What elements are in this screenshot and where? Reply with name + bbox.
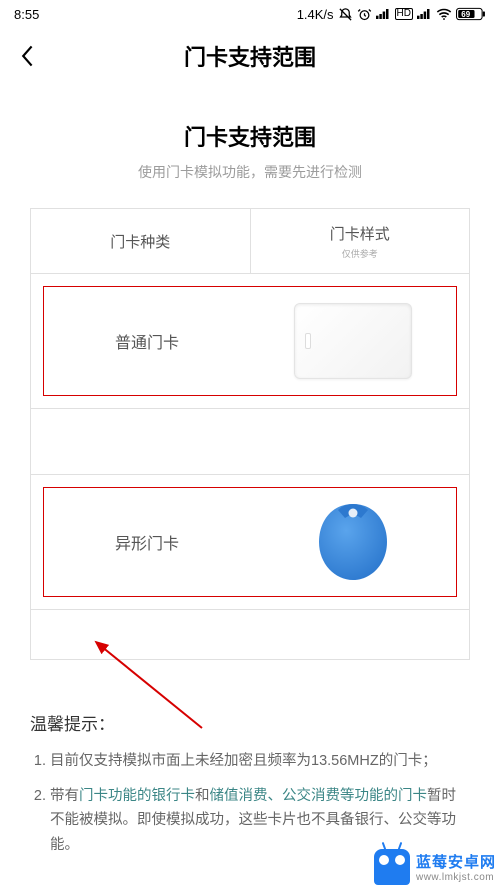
- nav-title: 门卡支持范围: [184, 40, 316, 72]
- watermark-name: 蓝莓安卓网: [416, 851, 496, 872]
- wifi-icon: [436, 8, 452, 20]
- header-style-sub: 仅供参考: [342, 247, 378, 260]
- highlight-box: 普通门卡: [43, 286, 457, 396]
- back-button[interactable]: [12, 40, 44, 72]
- svg-text:69: 69: [461, 10, 470, 19]
- highlight-box: 异形门卡: [43, 487, 457, 597]
- page-subtitle: 使用门卡模拟功能，需要先进行检测: [30, 162, 470, 182]
- header-type: 门卡种类: [31, 209, 251, 273]
- list-item: 目前仅支持模拟市面上未经加密且频率为13.56MHZ的门卡；: [50, 749, 470, 774]
- page-title: 门卡支持范围: [30, 120, 470, 152]
- table-spacer: [31, 609, 469, 659]
- table-header: 门卡种类 门卡样式 仅供参考: [31, 209, 469, 273]
- watermark-text: 蓝莓安卓网 www.lmkjst.com: [416, 851, 496, 883]
- signal2-icon: [417, 8, 432, 20]
- table-row: 普通门卡: [31, 273, 469, 408]
- tips-section: 温馨提示： 目前仅支持模拟市面上未经加密且频率为13.56MHZ的门卡； 带有门…: [0, 710, 500, 858]
- watermark: 蓝莓安卓网 www.lmkjst.com: [374, 849, 496, 885]
- card-table: 门卡种类 门卡样式 仅供参考 普通门卡 异形门卡: [30, 208, 470, 660]
- tip-text: 带有: [50, 788, 79, 804]
- watermark-url: www.lmkjst.com: [416, 872, 496, 883]
- table-spacer: [31, 408, 469, 474]
- tips-list: 目前仅支持模拟市面上未经加密且频率为13.56MHZ的门卡； 带有门卡功能的银行…: [30, 749, 470, 858]
- battery-icon: 69: [456, 7, 486, 21]
- status-right: 1.4K/s HD 69: [297, 7, 486, 22]
- tip-text: 和: [195, 788, 210, 804]
- row-label: 普通门卡: [44, 287, 250, 395]
- table-row: 异形门卡: [31, 474, 469, 609]
- row-visual: [250, 287, 456, 395]
- dnd-icon: [338, 7, 353, 22]
- header-style: 门卡样式 仅供参考: [251, 209, 470, 273]
- status-time: 8:55: [14, 7, 39, 22]
- header-style-label: 门卡样式: [330, 223, 390, 244]
- tip-text: 目前仅支持模拟市面上未经加密且频率为13.56MHZ的门卡；: [50, 753, 437, 769]
- row-label: 异形门卡: [44, 488, 250, 596]
- header-type-label: 门卡种类: [110, 231, 170, 252]
- status-bar: 8:55 1.4K/s HD 69: [0, 0, 500, 28]
- watermark-icon: [374, 849, 410, 885]
- white-card-icon: [294, 303, 412, 379]
- nav-bar: 门卡支持范围: [0, 28, 500, 84]
- tip-highlight: 储值消费、公交消费等功能的门卡: [210, 788, 428, 804]
- signal-icon: [376, 8, 391, 20]
- blue-keytag-icon: [313, 498, 393, 586]
- content-area: 门卡支持范围 使用门卡模拟功能，需要先进行检测 门卡种类 门卡样式 仅供参考 普…: [0, 120, 500, 660]
- chevron-left-icon: [20, 44, 36, 68]
- tip-highlight: 门卡功能的银行卡: [79, 788, 195, 804]
- row-visual: [250, 488, 456, 596]
- hd-icon: HD: [395, 8, 413, 20]
- alarm-icon: [357, 7, 372, 22]
- network-speed: 1.4K/s: [297, 7, 334, 22]
- list-item: 带有门卡功能的银行卡和储值消费、公交消费等功能的门卡暂时不能被模拟。即使模拟成功…: [50, 784, 470, 858]
- tips-title: 温馨提示：: [30, 710, 470, 735]
